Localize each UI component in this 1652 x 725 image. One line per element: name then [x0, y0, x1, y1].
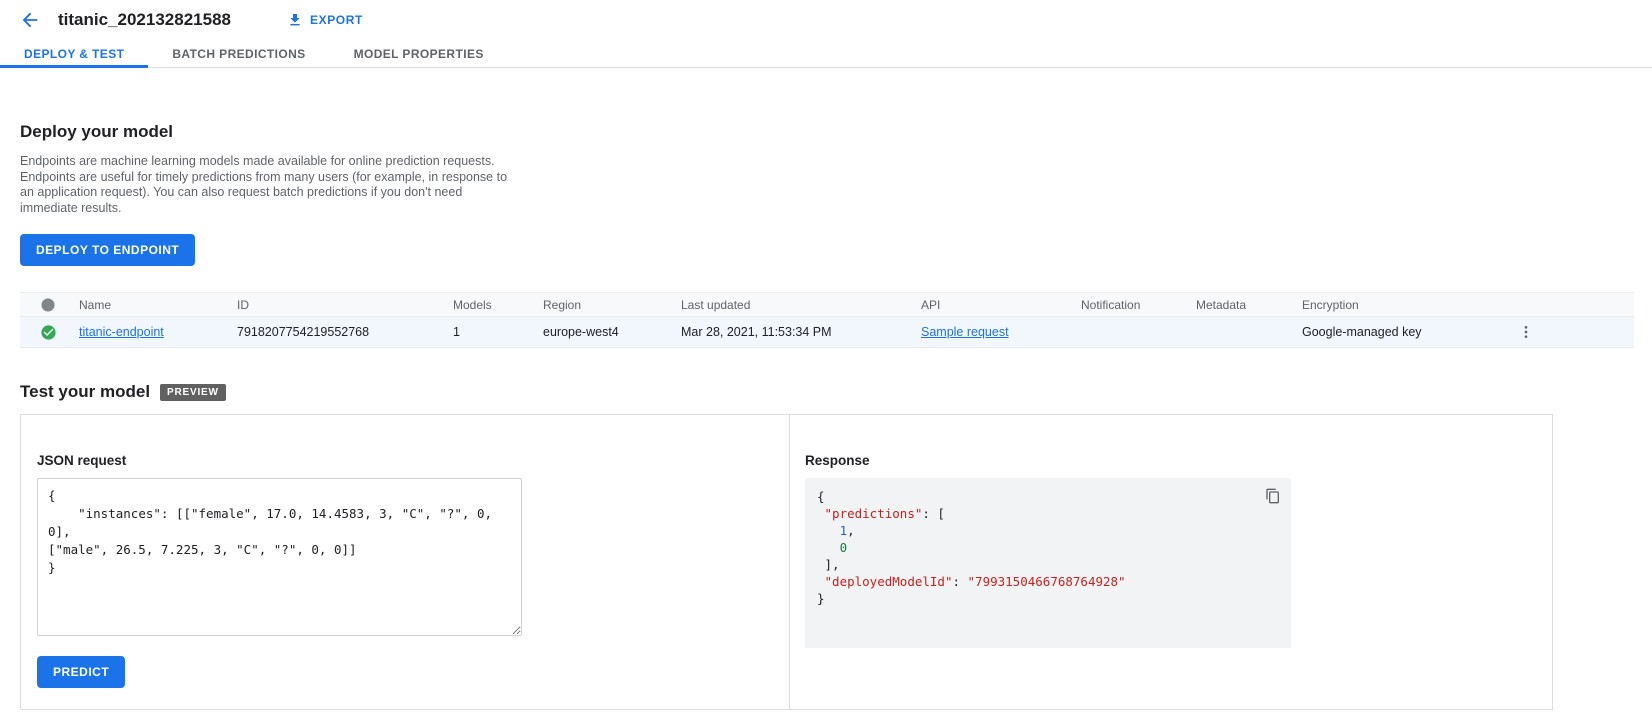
json-request-panel: JSON request { "instances": [["female", … [21, 415, 789, 709]
endpoint-id: 7918207754219552768 [234, 325, 450, 339]
tab-deploy-and-test[interactable]: DEPLOY & TEST [0, 40, 148, 67]
endpoint-api-cell: Sample request [918, 325, 1078, 339]
col-models: Models [450, 298, 540, 312]
test-section-title: Test your model [20, 382, 150, 402]
row-menu-button[interactable] [1516, 322, 1536, 342]
sample-request-link[interactable]: Sample request [921, 325, 1009, 339]
predict-button[interactable]: PREDICT [37, 656, 125, 688]
export-label: EXPORT [310, 13, 363, 27]
endpoint-name-cell: titanic-endpoint [76, 325, 234, 339]
deploy-section-title: Deploy your model [20, 122, 1634, 142]
response-box: { "predictions": [ 1, 0 ], "deployedMode… [805, 478, 1291, 648]
kebab-menu-icon [1518, 324, 1534, 340]
endpoint-status-cell [20, 324, 76, 341]
json-request-input[interactable]: { "instances": [["female", 17.0, 14.4583… [37, 478, 522, 636]
copy-icon [1265, 488, 1281, 504]
main-content: Deploy your model Endpoints are machine … [0, 122, 1652, 710]
response-panel: Response { "predictions": [ 1, 0 ], "dep… [789, 415, 1552, 709]
back-button[interactable] [16, 6, 44, 34]
tab-label: MODEL PROPERTIES [354, 47, 484, 61]
check-circle-icon [40, 324, 57, 341]
endpoint-last-updated: Mar 28, 2021, 11:53:34 PM [678, 325, 918, 339]
page-title: titanic_202132821588 [58, 10, 231, 30]
deploy-to-endpoint-button[interactable]: DEPLOY TO ENDPOINT [20, 234, 195, 266]
test-heading-row: Test your model PREVIEW [20, 382, 1634, 402]
col-name: Name [76, 298, 234, 312]
endpoint-region: europe-west4 [540, 325, 678, 339]
col-last-updated: Last updated [678, 298, 918, 312]
col-id: ID [234, 298, 450, 312]
status-dot-icon [41, 298, 55, 312]
arrow-back-icon [19, 9, 41, 31]
download-icon [287, 12, 303, 28]
endpoint-actions-cell [1504, 322, 1634, 342]
json-request-label: JSON request [37, 453, 773, 468]
deploy-description: Endpoints are machine learning models ma… [20, 154, 520, 216]
status-column-header [20, 298, 76, 312]
preview-badge: PREVIEW [160, 384, 226, 401]
endpoints-table: Name ID Models Region Last updated API N… [20, 292, 1634, 348]
table-header-row: Name ID Models Region Last updated API N… [20, 292, 1634, 317]
response-label: Response [805, 453, 1537, 468]
endpoint-name-link[interactable]: titanic-endpoint [79, 325, 164, 339]
col-notification: Notification [1078, 298, 1193, 312]
page-header: titanic_202132821588 EXPORT [0, 0, 1652, 40]
tab-bar: DEPLOY & TEST BATCH PREDICTIONS MODEL PR… [0, 40, 1652, 68]
copy-button[interactable] [1263, 486, 1283, 506]
export-button[interactable]: EXPORT [287, 12, 363, 28]
tab-batch-predictions[interactable]: BATCH PREDICTIONS [148, 40, 329, 67]
col-metadata: Metadata [1193, 298, 1299, 312]
col-api: API [918, 298, 1078, 312]
response-code: { "predictions": [ 1, 0 ], "deployedMode… [817, 488, 1279, 607]
tab-label: BATCH PREDICTIONS [172, 47, 305, 61]
endpoint-models: 1 [450, 325, 540, 339]
col-encryption: Encryption [1299, 298, 1504, 312]
test-panel: JSON request { "instances": [["female", … [20, 414, 1553, 710]
tab-label: DEPLOY & TEST [24, 47, 124, 61]
col-region: Region [540, 298, 678, 312]
tab-model-properties[interactable]: MODEL PROPERTIES [330, 40, 508, 67]
table-row: titanic-endpoint 7918207754219552768 1 e… [20, 317, 1634, 348]
endpoint-encryption: Google-managed key [1299, 325, 1504, 339]
